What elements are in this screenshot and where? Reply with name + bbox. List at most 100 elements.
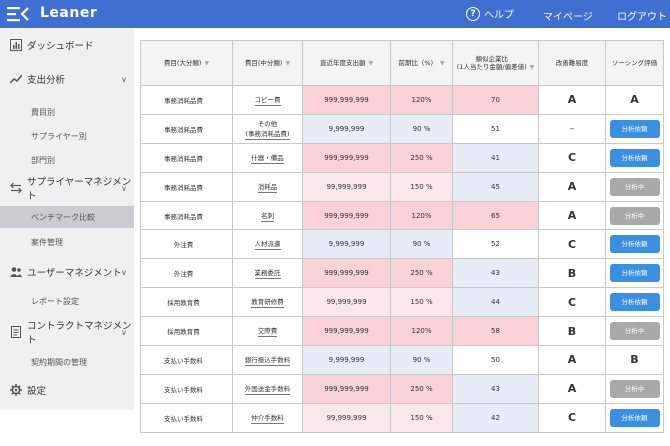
request-analysis-button[interactable]: 分析依頼 (609, 235, 660, 254)
benchmark-cell: 70 (452, 85, 539, 115)
help-label: ヘルプ (484, 10, 514, 21)
benchmark-cell: 43 (452, 258, 539, 289)
column-header: ソーシング評価 (605, 40, 664, 86)
subcategory-link[interactable]: 什器・備品 (251, 152, 284, 164)
subcategory-link[interactable]: コピー費 (254, 94, 281, 106)
subcategory-link[interactable]: 教育研修費 (251, 296, 284, 309)
sidebar-label: 設定 (27, 386, 47, 397)
table-row: 外注費 業務委託 999,999,999 250 % 43 B 分析依頼 (140, 258, 664, 289)
category-cell: 事務消耗品費 (140, 113, 233, 144)
benchmark-cell: 52 (452, 229, 539, 260)
category-cell: 事務消耗品費 (140, 200, 233, 231)
sidebar-label: 費目別 (31, 107, 55, 117)
sourcing-grade: A (605, 85, 664, 115)
sidebar-item-projects[interactable]: 案件管理 (0, 234, 134, 250)
request-analysis-button[interactable]: 分析依頼 (609, 264, 660, 283)
subcategory-link[interactable]: 業務委託 (254, 267, 281, 280)
sidebar-label: 契約期間の管理 (31, 357, 87, 367)
subcategory-link[interactable]: 銀行振込手数料 (244, 354, 291, 366)
subcategory-link[interactable]: 消耗品 (257, 181, 278, 193)
sourcing-eval-cell: 分析依頼 (605, 258, 664, 289)
sort-icon[interactable]: ▼ (285, 60, 290, 67)
sidebar-item-spend-analysis[interactable]: 支出分析 ∨ (0, 70, 134, 88)
request-analysis-button[interactable]: 分析依頼 (609, 119, 660, 138)
analyzing-button: 分析中 (609, 322, 660, 341)
column-header[interactable]: 前期比（%） ▼ (390, 40, 453, 86)
table-body: 事務消耗品費 コピー費 999,999,999 120% 70 A A 事務消耗… (140, 85, 664, 433)
ratio-cell: 120% (390, 200, 453, 231)
column-header[interactable]: 費目(大分類) ▼ (140, 40, 233, 86)
sidebar-item-settings[interactable]: 設定 (0, 381, 134, 399)
sort-icon[interactable]: ▼ (530, 64, 535, 71)
logo-icon[interactable] (7, 6, 29, 22)
sidebar-item-by-expense[interactable]: 費目別 (0, 104, 134, 120)
request-analysis-button[interactable]: 分析依頼 (609, 408, 660, 427)
logout-link[interactable]: ログアウト (617, 8, 667, 23)
sidebar-item-by-department[interactable]: 部門別 (0, 152, 134, 168)
sidebar-label: ベンチマーク比較 (31, 212, 95, 222)
column-header[interactable]: 費目(中分類) ▼ (232, 40, 303, 86)
sidebar-item-by-supplier[interactable]: サプライヤー別 (0, 128, 134, 144)
ratio-cell: 150 % (390, 287, 453, 318)
chevron-down-icon: ∨ (121, 267, 127, 277)
subcategory-link[interactable]: 仲介手数料 (251, 412, 284, 424)
category-cell: 事務消耗品費 (140, 142, 233, 173)
ratio-cell: 250 % (390, 258, 453, 289)
sidebar: ダッシュボード 支出分析 ∨ 費目別 サプライヤー別 部門別 サプライヤーマネジ… (0, 28, 134, 410)
main-content: 費目(大分類) ▼ 費目(中分類) ▼ 直近年度支出額 ▼ 前期比（%） ▼ 類似企業比… (140, 40, 665, 440)
ratio-cell: 250 % (390, 142, 453, 173)
sidebar-item-contract-management[interactable]: コントラクトマネジメント ∨ (0, 321, 134, 346)
subcategory-link[interactable]: 外国送金手数料 (244, 383, 291, 395)
sourcing-eval-cell: 分析依頼 (605, 229, 664, 260)
ratio-cell: 120% (390, 85, 453, 115)
request-analysis-button[interactable]: 分析依頼 (609, 148, 660, 167)
subcategory-cell: 名刺 (232, 200, 303, 231)
analyzing-button: 分析中 (609, 379, 660, 398)
subcategory-link[interactable]: 交際費 (257, 325, 278, 338)
amount-cell: 999,999,999 (302, 85, 391, 115)
sidebar-item-contract-period[interactable]: 契約期間の管理 (0, 354, 134, 370)
benchmark-cell: 43 (452, 373, 539, 404)
mypage-link[interactable]: マイページ (543, 8, 593, 23)
difficulty-grade: – (538, 113, 606, 144)
table-row: 採用教育費 教育研修費 99,999,999 150 % 44 C 分析依頼 (140, 287, 664, 318)
sourcing-eval-cell: 分析依頼 (605, 142, 664, 173)
sort-icon[interactable]: ▼ (440, 60, 445, 67)
subcategory-link[interactable]: 人材派遣 (254, 238, 281, 251)
sidebar-item-dashboard[interactable]: ダッシュボード (0, 36, 134, 54)
sort-icon[interactable]: ▼ (368, 60, 373, 67)
sidebar-item-user-management[interactable]: ユーザーマネジメント ∨ (0, 263, 134, 281)
sidebar-item-supplier-management[interactable]: サプライヤーマネジメント ∨ (0, 177, 134, 202)
subcategory-cell: その他 (事務消耗品費) (232, 113, 303, 144)
table-row: 事務消耗品費 名刺 999,999,999 120% 65 A 分析中 (140, 200, 664, 231)
sidebar-label: 案件管理 (31, 237, 63, 247)
subcategory-cell: 外国送金手数料 (232, 373, 303, 404)
amount-cell: 9,999,999 (302, 229, 391, 260)
sourcing-eval-cell: 分析依頼 (605, 287, 664, 318)
sidebar-label: 支出分析 (27, 75, 66, 86)
subcategory-cell: 交際費 (232, 316, 303, 347)
help-link[interactable]: ? ヘルプ (466, 6, 514, 21)
line-chart-icon (10, 74, 22, 84)
ratio-cell: 90 % (390, 113, 453, 144)
sidebar-item-report-settings[interactable]: レポート設定 (0, 293, 134, 309)
subcategory-cell: 消耗品 (232, 171, 303, 202)
category-cell: 支払い手数料 (140, 345, 233, 375)
sidebar-item-benchmark[interactable]: ベンチマーク比較 (0, 206, 134, 228)
subcategory-link[interactable]: 名刺 (261, 210, 274, 222)
table-row: 支払い手数料 仲介手数料 99,999,999 150 % 42 C 分析依頼 (140, 402, 664, 433)
subcategory-link[interactable]: その他 (事務消耗品費) (245, 118, 290, 140)
top-bar: Leaner ? ヘルプ マイページ ログアウト (0, 0, 670, 28)
difficulty-grade: C (538, 287, 606, 318)
sort-icon[interactable]: ▼ (204, 60, 209, 67)
table-row: 事務消耗品費 コピー費 999,999,999 120% 70 A A (140, 85, 664, 115)
table-row: 支払い手数料 外国送金手数料 999,999,999 250 % 43 A 分析… (140, 373, 664, 404)
sidebar-label: ダッシュボード (27, 41, 94, 52)
table-row: 事務消耗品費 その他 (事務消耗品費) 9,999,999 90 % 51 – … (140, 113, 664, 144)
column-header[interactable]: 直近年度支出額 ▼ (302, 40, 391, 86)
column-header[interactable]: 類似企業比 (1人当たり金額/偏差値) ▼ (452, 40, 539, 86)
difficulty-grade: A (538, 171, 606, 202)
request-analysis-button[interactable]: 分析依頼 (609, 293, 660, 312)
sidebar-label: サプライヤー別 (31, 131, 87, 141)
category-cell: 事務消耗品費 (140, 85, 233, 115)
